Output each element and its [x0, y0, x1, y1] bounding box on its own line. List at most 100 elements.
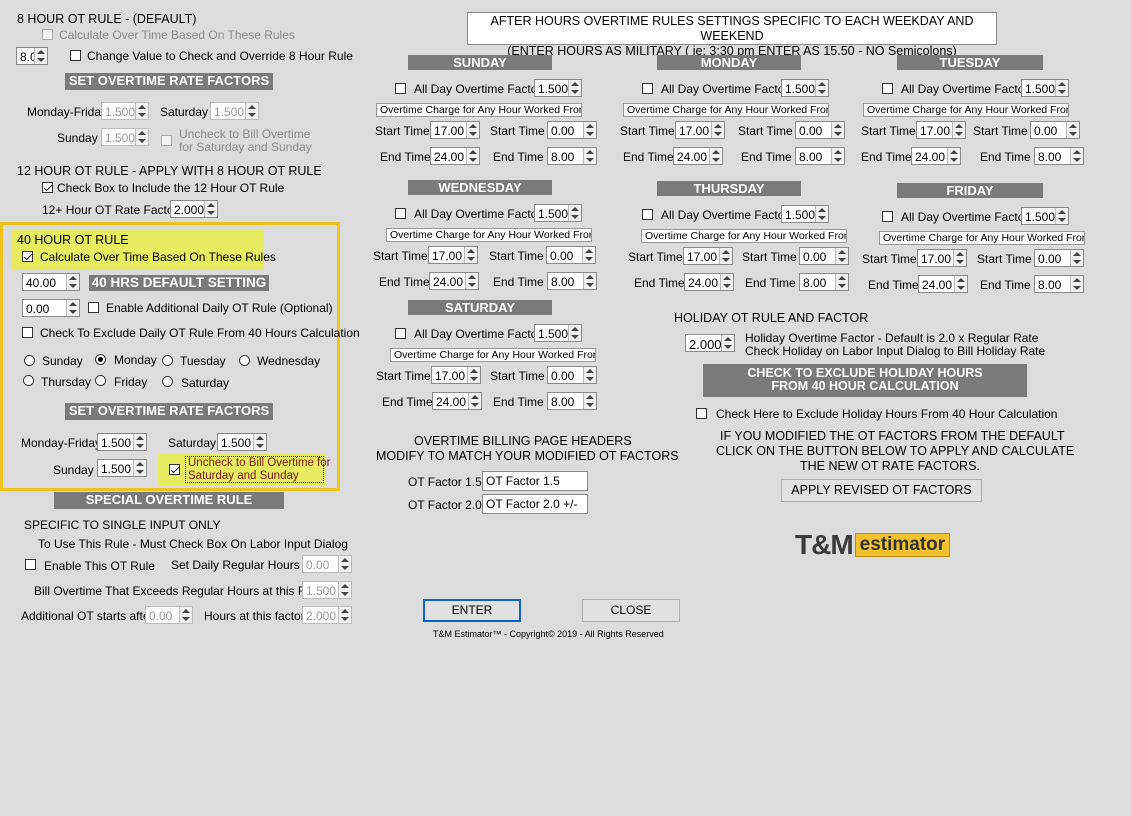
- end-from-friday[interactable]: 24.00: [918, 275, 968, 293]
- start-to-saturday[interactable]: 0.00: [547, 366, 597, 384]
- end-from-thursday[interactable]: 24.00: [684, 273, 734, 291]
- spinner-icon[interactable]: [338, 556, 351, 572]
- spinner-icon[interactable]: [1070, 276, 1083, 292]
- spinner-icon[interactable]: [568, 80, 581, 96]
- start-to-thursday[interactable]: 0.00: [799, 247, 849, 265]
- start-to-tuesday[interactable]: 0.00: [1030, 121, 1080, 139]
- allday-checkbox-tuesday[interactable]: [882, 83, 893, 94]
- spinner-icon[interactable]: [245, 103, 258, 119]
- spinner-icon[interactable]: [953, 250, 966, 266]
- spinner-icon[interactable]: [204, 201, 217, 217]
- spinner-icon[interactable]: [952, 122, 965, 138]
- rule40-add-checkbox[interactable]: [88, 302, 99, 313]
- end-to-monday[interactable]: 8.00: [795, 147, 845, 165]
- spinner-icon[interactable]: [1066, 122, 1079, 138]
- special-bill-input[interactable]: 1.500: [302, 581, 352, 599]
- spinner-icon[interactable]: [133, 434, 146, 450]
- spinner-icon[interactable]: [720, 274, 733, 290]
- special-daily-input[interactable]: 0.00: [302, 555, 352, 573]
- start-from-sunday[interactable]: 17.00: [430, 121, 480, 139]
- spinner-icon[interactable]: [831, 122, 844, 138]
- radio-sunday[interactable]: [24, 355, 35, 366]
- rule40-exclude-checkbox[interactable]: [22, 327, 33, 338]
- spinner-icon[interactable]: [583, 122, 596, 138]
- end-to-thursday[interactable]: 8.00: [799, 273, 849, 291]
- spinner-icon[interactable]: [66, 300, 79, 316]
- rates2-uncheck-checkbox[interactable]: [169, 464, 180, 475]
- allday-factor-thursday[interactable]: 1.500: [781, 205, 829, 223]
- rates2-sat-input[interactable]: 1.500: [217, 433, 267, 451]
- start-to-monday[interactable]: 0.00: [795, 121, 845, 139]
- spinner-icon[interactable]: [815, 80, 828, 96]
- spinner-icon[interactable]: [135, 103, 148, 119]
- end-from-monday[interactable]: 24.00: [673, 147, 723, 165]
- allday-checkbox-sunday[interactable]: [395, 83, 406, 94]
- rule40-hours-input[interactable]: 40.00: [22, 273, 80, 291]
- end-to-tuesday[interactable]: 8.00: [1034, 147, 1084, 165]
- spinner-icon[interactable]: [709, 148, 722, 164]
- spinner-icon[interactable]: [1070, 250, 1083, 266]
- spinner-icon[interactable]: [719, 248, 732, 264]
- radio-thursday[interactable]: [23, 375, 34, 386]
- spinner-icon[interactable]: [467, 367, 480, 383]
- special-add-input[interactable]: 0.00: [145, 606, 193, 624]
- end-from-saturday[interactable]: 24.00: [432, 392, 482, 410]
- spinner-icon[interactable]: [954, 276, 967, 292]
- spinner-icon[interactable]: [133, 460, 146, 476]
- end-from-tuesday[interactable]: 24.00: [911, 147, 961, 165]
- rule8-calc-checkbox[interactable]: [42, 29, 53, 40]
- end-to-saturday[interactable]: 8.00: [547, 392, 597, 410]
- allday-factor-sunday[interactable]: 1.500: [534, 79, 582, 97]
- rule8-change-checkbox[interactable]: [70, 50, 81, 61]
- spinner-icon[interactable]: [831, 148, 844, 164]
- rates1-uncheck-checkbox[interactable]: [161, 135, 172, 146]
- rates2-mf-input[interactable]: 1.500: [97, 433, 147, 451]
- spinner-icon[interactable]: [1070, 148, 1083, 164]
- rule8-hours-input[interactable]: 8.00: [16, 47, 48, 65]
- start-to-friday[interactable]: 0.00: [1034, 249, 1084, 267]
- allday-factor-saturday[interactable]: 1.500: [534, 324, 582, 342]
- allday-checkbox-saturday[interactable]: [395, 328, 406, 339]
- allday-checkbox-friday[interactable]: [882, 211, 893, 222]
- spinner-icon[interactable]: [721, 335, 734, 351]
- allday-factor-tuesday[interactable]: 1.500: [1021, 79, 1069, 97]
- billing-f15-input[interactable]: OT Factor 1.5: [482, 471, 588, 491]
- apply-factors-button[interactable]: APPLY REVISED OT FACTORS: [781, 479, 982, 502]
- radio-wednesday[interactable]: [239, 355, 250, 366]
- start-from-friday[interactable]: 17.00: [917, 249, 967, 267]
- rates1-mf-input[interactable]: 1.500: [101, 102, 149, 120]
- start-from-tuesday[interactable]: 17.00: [916, 121, 966, 139]
- spinner-icon[interactable]: [568, 325, 581, 341]
- start-from-wednesday[interactable]: 17.00: [428, 246, 478, 264]
- start-from-thursday[interactable]: 17.00: [683, 247, 733, 265]
- spinner-icon[interactable]: [815, 206, 828, 222]
- spinner-icon[interactable]: [583, 367, 596, 383]
- spinner-icon[interactable]: [179, 607, 192, 623]
- allday-checkbox-monday[interactable]: [642, 83, 653, 94]
- billing-f20-input[interactable]: OT Factor 2.0 +/-: [482, 494, 588, 514]
- spinner-icon[interactable]: [947, 148, 960, 164]
- spinner-icon[interactable]: [583, 148, 596, 164]
- spinner-icon[interactable]: [1055, 80, 1068, 96]
- holiday-factor-input[interactable]: 2.000: [685, 334, 735, 352]
- end-to-sunday[interactable]: 8.00: [547, 147, 597, 165]
- start-to-wednesday[interactable]: 0.00: [546, 246, 596, 264]
- spinner-icon[interactable]: [1055, 208, 1068, 224]
- special-enable-checkbox[interactable]: [25, 559, 36, 570]
- rule12-rate-input[interactable]: 2.000: [170, 200, 218, 218]
- allday-checkbox-wednesday[interactable]: [395, 208, 406, 219]
- end-from-sunday[interactable]: 24.00: [430, 147, 480, 165]
- spinner-icon[interactable]: [835, 248, 848, 264]
- allday-factor-friday[interactable]: 1.500: [1021, 207, 1069, 225]
- end-to-friday[interactable]: 8.00: [1034, 275, 1084, 293]
- special-factor-input[interactable]: 2.000: [302, 606, 352, 624]
- radio-monday[interactable]: [95, 354, 106, 365]
- end-from-wednesday[interactable]: 24.00: [429, 272, 479, 290]
- spinner-icon[interactable]: [568, 205, 581, 221]
- spinner-icon[interactable]: [468, 393, 481, 409]
- spinner-icon[interactable]: [464, 247, 477, 263]
- rates1-sat-input[interactable]: 1.500: [210, 102, 259, 120]
- spinner-icon[interactable]: [835, 274, 848, 290]
- start-from-saturday[interactable]: 17.00: [431, 366, 481, 384]
- spinner-icon[interactable]: [465, 273, 478, 289]
